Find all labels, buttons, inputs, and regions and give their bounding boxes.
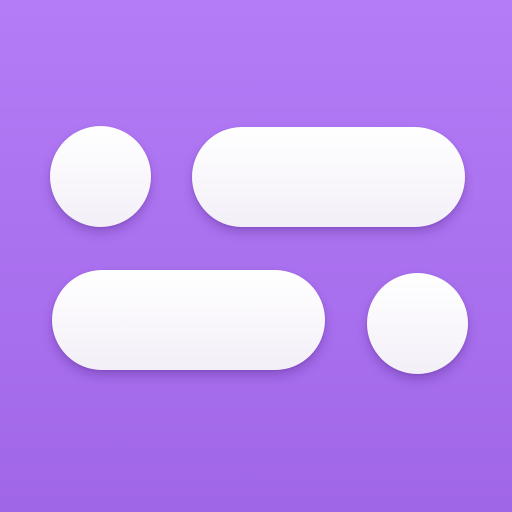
bottom-left-pill [52, 270, 325, 370]
app-icon-canvas [0, 0, 512, 512]
top-left-circle [50, 126, 151, 227]
bottom-right-circle [367, 273, 468, 374]
top-right-pill [192, 127, 465, 227]
